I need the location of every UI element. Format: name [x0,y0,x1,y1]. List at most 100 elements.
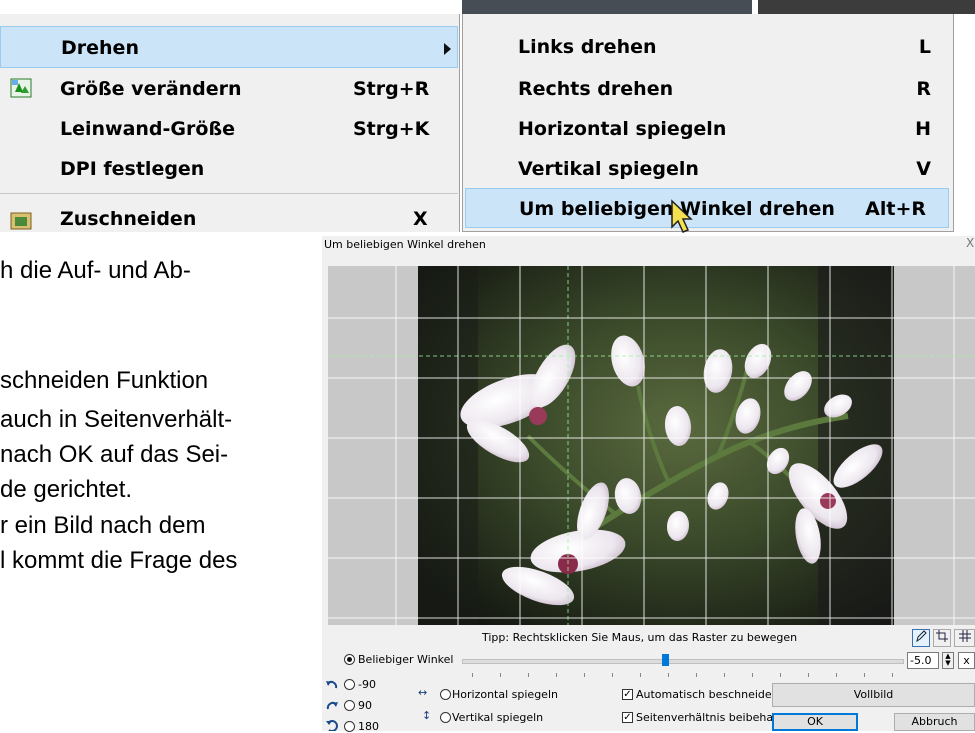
preview-canvas[interactable] [328,266,975,625]
angle-slider-thumb[interactable] [661,654,669,666]
menu-item-rotate[interactable]: Drehen [0,26,458,68]
slider-tick [556,673,557,677]
document-line: l kommt die Frage des [0,547,238,574]
flip-horizontal-label: Horizontal spiegeln [452,688,558,701]
keep-ratio-label: Seitenverhältnis beibehalten [636,711,795,724]
document-line: h die Auf- und Ab- [0,257,191,284]
flip-vertical-label: Vertikal spiegeln [452,711,544,724]
menu-item-label: Größe verändern [60,78,242,100]
rotate-180-label: 180 [358,720,379,733]
menu-item-label: Vertikal spiegeln [518,158,699,180]
auto-crop-checkbox[interactable]: ✓ [622,689,633,700]
menu-item-label: Zuschneiden [60,208,197,230]
slider-tick [584,673,585,677]
slider-tick [696,673,697,677]
slider-tick [808,673,809,677]
document-line: r ein Bild nach dem [0,512,206,539]
crop-tool-button[interactable] [933,629,951,647]
menu-item-rotate-any-angle[interactable]: Um beliebigen Winkel drehen Alt+R [465,188,949,228]
tip-text: Tipp: Rechtsklicken Sie Maus, um das Ras… [482,631,798,644]
close-icon[interactable]: X [966,236,974,250]
rotate-right-icon [326,701,338,710]
document-line: schneiden Funktion [0,367,209,394]
slider-tick [724,673,725,677]
ok-button[interactable]: OK [772,713,858,731]
background-image-strip-2 [758,0,975,14]
menu-item-resize[interactable]: Größe verändern Strg+R [0,68,458,110]
any-angle-radio[interactable] [344,654,355,665]
any-angle-label: Beliebiger Winkel [358,653,454,666]
document-line: nach OK auf das Sei- [0,441,229,468]
crop-icon [10,212,32,230]
menu-item-shortcut: L [918,36,931,58]
menu-item-shortcut: H [915,118,931,140]
slider-tick [892,673,893,677]
rotate-minus90-label: -90 [358,678,376,691]
slider-tick [472,673,473,677]
grid-toggle-button[interactable] [954,629,975,647]
pencil-icon [916,630,927,643]
menu-item-shortcut: X [413,208,428,230]
document-line: auch in Seitenverhält- [0,406,233,433]
submenu-arrow-icon [444,43,451,55]
menu-item-label: Rechts drehen [518,78,674,100]
cancel-button[interactable]: Abbruch [894,713,975,731]
dialog-title: Um beliebigen Winkel drehen [324,238,486,251]
menu-item-label: DPI festlegen [60,158,205,180]
slider-tick [752,673,753,677]
rotate-90-radio[interactable] [344,700,355,711]
auto-crop-label: Automatisch beschneiden [636,688,779,701]
menu-item-label: Leinwand-Größe [60,118,235,140]
rotate-left-icon [326,680,338,689]
rotate-180-radio[interactable] [344,721,355,732]
rotate-dialog: Um beliebigen Winkel drehen X Tipp: Rech… [322,236,975,733]
slider-tick [612,673,613,677]
slider-tick [780,673,781,677]
menu-item-shortcut: R [916,78,931,100]
flip-vertical-icon: ↕ [422,709,432,722]
fullscreen-button[interactable]: Vollbild [772,683,975,707]
menu-item-flip-horizontal[interactable]: Horizontal spiegeln H [463,108,953,150]
menu-item-flip-vertical[interactable]: Vertikal spiegeln V [463,148,953,190]
slider-tick [864,673,865,677]
menu-item-rotate-left[interactable]: Links drehen L [463,26,953,68]
angle-spinner-button[interactable]: ▲ ▼ [942,652,954,669]
grid-overlay [328,266,975,625]
flip-horizontal-icon: ↔ [418,686,428,699]
resize-icon [10,78,32,98]
crop-tool-icon [936,630,948,642]
cursor-icon [671,199,693,233]
menu-item-label: Drehen [61,37,139,59]
rotate-minus90-radio[interactable] [344,679,355,690]
menu-item-crop[interactable]: Zuschneiden X [0,198,458,232]
background-image-strip [462,0,752,14]
menu-item-shortcut: Strg+K [353,118,430,140]
angle-input[interactable]: -5.0 [907,652,939,669]
slider-tick [668,673,669,677]
flip-vertical-radio[interactable] [440,712,451,723]
image-menu: Drehen Größe verändern Strg+R Leinwand-G… [0,14,460,232]
grid-icon [958,630,971,642]
rotate-90-label: 90 [358,699,372,712]
menu-item-shortcut: Strg+R [353,78,430,100]
menu-item-set-dpi[interactable]: DPI festlegen [0,148,458,190]
rotate-submenu: Links drehen L Rechts drehen R Horizonta… [462,14,954,232]
menu-separator [0,193,458,194]
slider-tick [528,673,529,677]
menu-item-label: Links drehen [518,36,657,58]
rotate-180-icon [326,720,338,731]
menu-item-shortcut: V [916,158,931,180]
document-line: de gerichtet. [0,476,133,503]
keep-ratio-checkbox[interactable]: ✓ [622,712,633,723]
menu-item-rotate-right[interactable]: Rechts drehen R [463,68,953,110]
angle-slider-track[interactable] [462,659,904,664]
slider-tick [640,673,641,677]
slider-tick [500,673,501,677]
menu-item-shortcut: Alt+R [865,198,926,220]
slider-tick [836,673,837,677]
menu-item-label: Horizontal spiegeln [518,118,727,140]
reset-angle-button[interactable]: x [958,652,975,669]
menu-item-canvas-size[interactable]: Leinwand-Größe Strg+K [0,108,458,150]
grid-tool-button[interactable] [912,629,930,647]
flip-horizontal-radio[interactable] [440,689,451,700]
